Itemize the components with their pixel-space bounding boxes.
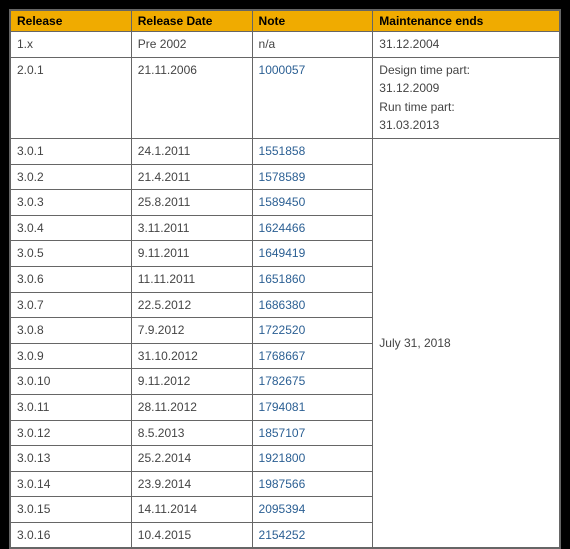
cell-note: 1794081 [252,394,373,420]
cell-release: 3.0.11 [11,394,132,420]
cell-date: 14.11.2014 [131,497,252,523]
cell-date: Pre 2002 [131,32,252,58]
cell-note: 2095394 [252,497,373,523]
cell-date: 7.9.2012 [131,318,252,344]
table-row: 2.0.1 21.11.2006 1000057 Design time par… [11,57,560,138]
header-note: Note [252,11,373,32]
note-link[interactable]: 1624466 [259,221,306,235]
table-row: 1.x Pre 2002 n/a 31.12.2004 [11,32,560,58]
cell-note: 1000057 [252,57,373,138]
cell-note: 2154252 [252,522,373,548]
cell-release: 3.0.4 [11,215,132,241]
note-link[interactable]: 1551858 [259,144,306,158]
note-link[interactable]: 1794081 [259,400,306,414]
cell-date: 10.4.2015 [131,522,252,548]
cell-date: 9.11.2011 [131,241,252,267]
note-link[interactable]: 2154252 [259,528,306,542]
cell-note: 1578589 [252,164,373,190]
cell-release: 1.x [11,32,132,58]
cell-note: 1551858 [252,138,373,164]
header-release: Release [11,11,132,32]
cell-date: 8.5.2013 [131,420,252,446]
cell-note: 1651860 [252,266,373,292]
cell-note: 1649419 [252,241,373,267]
cell-release: 3.0.13 [11,446,132,472]
maint-line: Run time part: [379,98,553,117]
cell-date: 3.11.2011 [131,215,252,241]
note-link[interactable]: 1722520 [259,323,306,337]
cell-release: 3.0.15 [11,497,132,523]
cell-maintenance: Design time part: 31.12.2009 Run time pa… [373,57,560,138]
cell-release: 3.0.10 [11,369,132,395]
cell-release: 3.0.7 [11,292,132,318]
cell-release: 3.0.3 [11,190,132,216]
cell-date: 24.1.2011 [131,138,252,164]
cell-date: 21.11.2006 [131,57,252,138]
cell-release: 3.0.8 [11,318,132,344]
cell-date: 31.10.2012 [131,343,252,369]
note-link[interactable]: 1589450 [259,195,306,209]
cell-date: 28.11.2012 [131,394,252,420]
note-link[interactable]: 2095394 [259,502,306,516]
maint-line: 31.12.2009 [379,79,553,98]
cell-date: 25.2.2014 [131,446,252,472]
cell-date: 25.8.2011 [131,190,252,216]
note-link[interactable]: 1578589 [259,170,306,184]
release-table-container: Release Release Date Note Maintenance en… [9,9,561,549]
maint-line: Design time part: [379,61,553,80]
cell-note: 1857107 [252,420,373,446]
cell-release: 3.0.9 [11,343,132,369]
cell-release: 3.0.12 [11,420,132,446]
note-link[interactable]: 1000057 [259,63,306,77]
table-header-row: Release Release Date Note Maintenance en… [11,11,560,32]
cell-note: 1722520 [252,318,373,344]
cell-note: 1987566 [252,471,373,497]
cell-note: 1589450 [252,190,373,216]
cell-date: 23.9.2014 [131,471,252,497]
cell-date: 21.4.2011 [131,164,252,190]
cell-note: 1768667 [252,343,373,369]
cell-release: 3.0.5 [11,241,132,267]
cell-maintenance: July 31, 2018 [373,138,560,548]
cell-release: 3.0.2 [11,164,132,190]
cell-note: 1782675 [252,369,373,395]
note-link[interactable]: 1987566 [259,477,306,491]
header-maintenance: Maintenance ends [373,11,560,32]
cell-date: 9.11.2012 [131,369,252,395]
cell-release: 2.0.1 [11,57,132,138]
cell-date: 22.5.2012 [131,292,252,318]
cell-note: 1686380 [252,292,373,318]
cell-maintenance: 31.12.2004 [373,32,560,58]
cell-release: 3.0.16 [11,522,132,548]
header-release-date: Release Date [131,11,252,32]
maint-line: 31.03.2013 [379,116,553,135]
note-link[interactable]: 1686380 [259,298,306,312]
note-link[interactable]: 1651860 [259,272,306,286]
note-link[interactable]: 1921800 [259,451,306,465]
release-table: Release Release Date Note Maintenance en… [10,10,560,548]
cell-note: 1921800 [252,446,373,472]
cell-release: 3.0.6 [11,266,132,292]
cell-note: 1624466 [252,215,373,241]
note-link[interactable]: 1649419 [259,246,306,260]
note-link[interactable]: 1782675 [259,374,306,388]
table-row: 3.0.124.1.20111551858July 31, 2018 [11,138,560,164]
cell-note: n/a [252,32,373,58]
note-link[interactable]: 1857107 [259,426,306,440]
cell-release: 3.0.14 [11,471,132,497]
note-link[interactable]: 1768667 [259,349,306,363]
cell-release: 3.0.1 [11,138,132,164]
cell-date: 11.11.2011 [131,266,252,292]
